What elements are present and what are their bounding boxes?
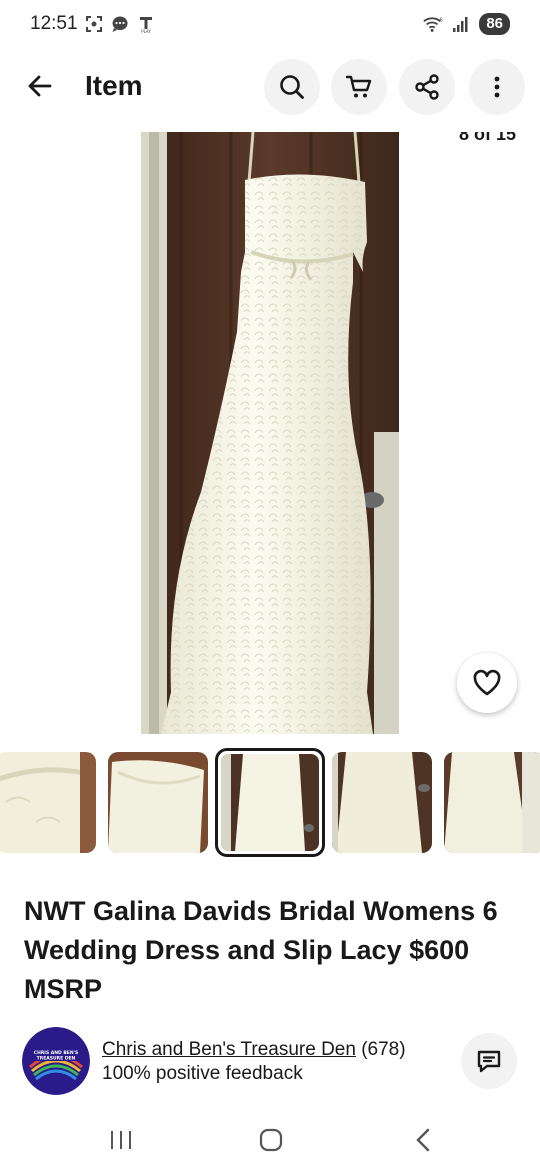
svg-text:CHRIS AND BEN'S: CHRIS AND BEN'S <box>34 1050 78 1056</box>
share-icon <box>415 74 439 100</box>
seller-avatar[interactable]: CHRIS AND BEN'S TREASURE DEN <box>22 1027 90 1095</box>
home-icon <box>259 1128 283 1152</box>
screenshot-icon <box>84 14 104 34</box>
wifi-icon: 6 <box>423 14 443 34</box>
photo-gallery[interactable]: 8 of 15 <box>0 132 540 734</box>
heart-icon <box>473 669 501 696</box>
nav-back-button[interactable] <box>393 1120 453 1160</box>
home-button[interactable] <box>241 1120 301 1160</box>
share-button[interactable] <box>399 59 455 115</box>
app-bar: Item <box>0 56 540 118</box>
arrow-left-icon <box>28 75 52 97</box>
thumbnail-5[interactable] <box>444 752 540 853</box>
t-mobile-play-icon: PLAY <box>136 14 156 34</box>
thumbnail-3-selected[interactable] <box>215 748 325 857</box>
recents-icon <box>111 1131 131 1149</box>
seller-rating-count: (678) <box>361 1039 406 1060</box>
status-time: 12:51 <box>30 13 78 34</box>
more-icon <box>494 76 500 98</box>
recents-button[interactable] <box>91 1120 151 1160</box>
seller-name-link[interactable]: Chris and Ben's Treasure Den <box>102 1039 356 1060</box>
thumbnail-1[interactable] <box>0 752 96 853</box>
search-button[interactable] <box>264 59 320 115</box>
status-icons-left: PLAY <box>84 14 156 34</box>
main-photo[interactable] <box>141 132 399 734</box>
seller-info: CHRIS AND BEN'S TREASURE DEN Chris and B… <box>22 1027 522 1097</box>
seller-name-line: Chris and Ben's Treasure Den (678) <box>102 1039 406 1061</box>
page-title: Item <box>85 70 143 101</box>
thumbnail-4[interactable] <box>332 752 432 853</box>
contact-seller-button[interactable] <box>461 1033 517 1089</box>
seller-feedback: 100% positive feedback <box>102 1063 303 1084</box>
search-icon <box>280 75 304 99</box>
message-icon <box>477 1050 501 1073</box>
messages-icon <box>110 14 130 34</box>
back-button[interactable] <box>18 64 62 108</box>
favorite-button[interactable] <box>457 653 517 713</box>
signal-icon <box>451 14 471 34</box>
back-icon <box>416 1128 430 1152</box>
cart-icon <box>345 75 372 98</box>
thumbnail-strip <box>0 748 540 858</box>
status-icons-right: 6 86 <box>423 13 510 35</box>
item-title: NWT Galina Davids Bridal Womens 6 Weddin… <box>24 896 498 1004</box>
photo-counter: 8 of 15 <box>458 132 516 144</box>
svg-text:PLAY: PLAY <box>141 29 151 34</box>
more-options-button[interactable] <box>469 59 525 115</box>
status-bar: 12:51 PLAY 6 86 <box>0 0 540 50</box>
svg-text:TREASURE DEN: TREASURE DEN <box>37 1056 76 1062</box>
thumbnail-2[interactable] <box>108 752 208 853</box>
battery-icon: 86 <box>479 13 510 35</box>
cart-button[interactable] <box>331 59 387 115</box>
system-nav-bar <box>0 1110 540 1170</box>
svg-text:6: 6 <box>440 17 444 23</box>
